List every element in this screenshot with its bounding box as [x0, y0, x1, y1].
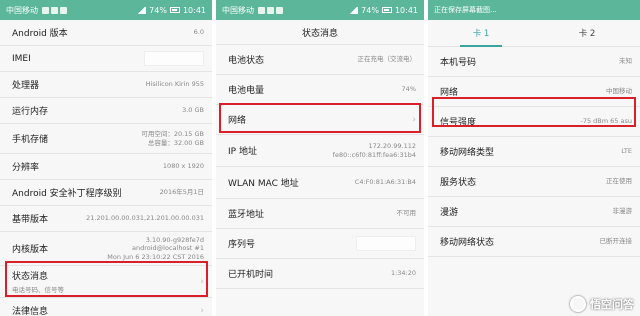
roaming-row: 漫游 非漫游: [428, 197, 640, 227]
network-row: 网络 中国移动: [428, 77, 640, 107]
storage-row[interactable]: 手机存储 可用空间：20.15 GB 总容量：32.00 GB: [0, 124, 212, 154]
status-bar: 中国移动 74% 10:41: [0, 0, 212, 20]
status-bar: 中国移动 74% 10:41: [216, 0, 424, 20]
chevron-right-icon: ›: [200, 276, 204, 287]
baseband-row[interactable]: 基带版本 21.201.00.00.031,21.201.00.00.031: [0, 206, 212, 232]
tab-sim1[interactable]: 卡 1: [428, 20, 534, 47]
signal-icon: [137, 6, 147, 14]
ram-row[interactable]: 运行内存 3.0 GB: [0, 98, 212, 124]
legal-info-item[interactable]: 法律信息 ›: [0, 298, 212, 316]
service-state-row: 服务状态 正在使用: [428, 167, 640, 197]
bluetooth-address-row: 蓝牙地址 不可用: [216, 199, 424, 229]
network-type-row: 移动网络类型 LTE: [428, 137, 640, 167]
phone-number-row: 本机号码 未知: [428, 47, 640, 77]
security-patch-row[interactable]: Android 安全补丁程序级别 2016年5月1日: [0, 180, 212, 206]
processor-row[interactable]: 处理器 Hisilicon Kirin 955: [0, 72, 212, 98]
network-item[interactable]: 网络 ›: [216, 105, 424, 135]
status-panel: 中国移动 74% 10:41 状态消息 电池状态 正在充电（交流电） 电池电量 74…: [216, 0, 424, 316]
ip-address-row: IP 地址 172.20.99.112 fe80::c6f0:81ff:fea6:…: [216, 135, 424, 167]
imei-row[interactable]: IMEI: [0, 46, 212, 72]
serial-number-row: 序列号: [216, 229, 424, 259]
redacted-value: [144, 51, 204, 66]
watermark: 悟空问答: [570, 296, 634, 312]
notification-icons: [258, 6, 283, 14]
chevron-right-icon: ›: [412, 114, 416, 125]
tab-sim2[interactable]: 卡 2: [534, 20, 640, 46]
clock: 10:41: [182, 5, 206, 15]
wlan-mac-row: WLAN MAC 地址 C4:F0:81:A6:31:B4: [216, 167, 424, 199]
screenshot-saving-notice: 正在保存屏幕截图...: [434, 6, 497, 14]
sim-tabs: 卡 1 卡 2: [428, 20, 640, 47]
battery-icon: [381, 7, 392, 13]
battery-percent: 74%: [149, 5, 167, 15]
battery-status-row: 电池状态 正在充电（交流电）: [216, 45, 424, 75]
battery-level-row: 电池电量 74%: [216, 75, 424, 105]
about-phone-panel: 中国移动 74% 10:41 Android 版本 6.0 IMEI 处理器 His…: [0, 0, 212, 316]
notification-bar: 正在保存屏幕截图...: [428, 0, 640, 20]
notification-icons: [42, 6, 67, 14]
page-title: 状态消息: [216, 20, 424, 45]
signal-icon: [349, 6, 359, 14]
mobile-network-state-row: 移动网络状态 已断开连接: [428, 227, 640, 257]
kernel-row[interactable]: 内核版本 3.10.90-g928fe7d android@localhost #…: [0, 232, 212, 266]
redacted-value: [356, 236, 416, 251]
signal-strength-row: 信号强度 -75 dBm 65 asu: [428, 107, 640, 137]
resolution-row[interactable]: 分辨率 1080 x 1920: [0, 154, 212, 180]
wukong-logo-icon: [570, 296, 586, 312]
sim-status-panel: 正在保存屏幕截图... 卡 1 卡 2 本机号码 未知 网络 中国移动 信号强度 -7…: [428, 0, 640, 316]
carrier-label: 中国移动: [6, 5, 38, 15]
status-info-item[interactable]: 状态消息 电话号码、信号等 ›: [0, 266, 212, 298]
chevron-right-icon: ›: [200, 305, 204, 316]
battery-icon: [169, 7, 180, 13]
uptime-row: 已开机时间 1:34:20: [216, 259, 424, 289]
watermark-text: 悟空问答: [590, 298, 634, 311]
android-version-row[interactable]: Android 版本 6.0: [0, 20, 212, 46]
